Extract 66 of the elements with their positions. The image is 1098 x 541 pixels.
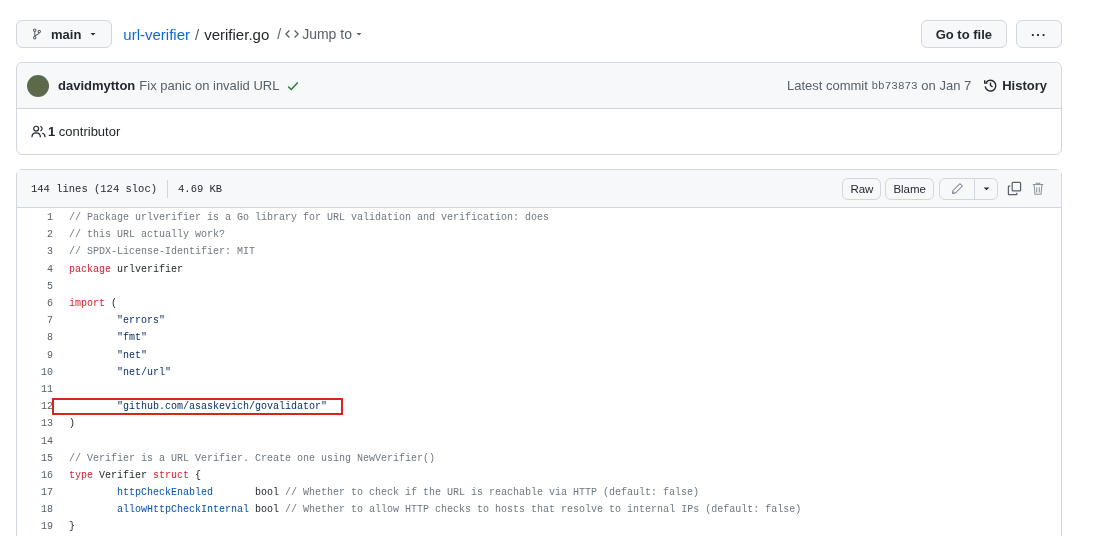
jump-to-menu[interactable]: Jump to	[285, 26, 363, 42]
file-action-button[interactable]: Raw	[842, 177, 882, 200]
line-number: 9	[46, 349, 54, 361]
latest-commit-label: Latest commit	[786, 78, 868, 93]
people-icon	[31, 124, 46, 139]
line-number: 13	[40, 418, 54, 430]
code-line: import (	[68, 297, 119, 312]
path-separator: /	[195, 25, 200, 43]
trash-icon	[1031, 181, 1045, 196]
line-number: 19	[40, 521, 54, 533]
history-link[interactable]: History	[983, 78, 1047, 93]
code-line: // Verifier is a URL Verifier. Create one using NewVerifier()	[68, 451, 437, 466]
more-button[interactable]: ···	[1016, 20, 1062, 48]
code-line: type Verifier struct {	[68, 468, 203, 483]
commit-author[interactable]: davidmytton	[58, 78, 136, 93]
line-number: 14	[40, 435, 54, 447]
line-number: 7	[46, 315, 54, 327]
caret-icon	[981, 184, 991, 193]
contributors-link[interactable]: 1 contributor	[31, 124, 121, 139]
file-name: verifier.go	[204, 25, 270, 43]
line-number: 8	[46, 332, 54, 344]
code-line: "errors"	[116, 314, 167, 329]
line-number: 12	[40, 401, 54, 413]
line-count: 144 lines (124 sloc)	[31, 182, 158, 195]
code-icon	[285, 27, 300, 41]
copy-icon	[1007, 181, 1022, 196]
code-line: // SPDX-License-Identifier: MIT	[68, 245, 257, 260]
line-number: 11	[40, 383, 54, 395]
pencil-icon	[950, 182, 964, 195]
line-number: 10	[40, 366, 54, 378]
code-line: package urlverifier	[68, 262, 185, 277]
file-action-button[interactable]: Blame	[885, 177, 934, 200]
caret-icon	[354, 30, 363, 38]
code-line: httpCheckEnabled bool // Whether to check if the URL is reachable via HTTP (default: false)	[116, 486, 701, 501]
branch-icon	[31, 27, 43, 41]
line-number: 6	[46, 298, 54, 310]
copy-button[interactable]	[1007, 181, 1022, 196]
code-line: "net"	[116, 348, 149, 363]
line-number: 2	[46, 229, 54, 241]
commit-date: on Jan 7	[921, 78, 972, 93]
line-number: 15	[40, 452, 54, 464]
file-size: 4.69 KB	[178, 182, 223, 195]
repo-link[interactable]: url-verifier	[123, 25, 191, 43]
avatar[interactable]	[27, 74, 49, 97]
commit-message[interactable]: Fix panic on invalid URL	[139, 78, 280, 93]
path-separator: /	[277, 26, 282, 42]
code-line: // this URL actually work?	[68, 228, 227, 243]
code-line: allowHttpCheckInternal bool // Whether to allow HTTP checks to hosts that resolve to internal IPs (default: false)	[116, 503, 803, 518]
history-icon	[983, 78, 999, 93]
line-number: 3	[46, 246, 54, 258]
code-line: "net/url"	[116, 365, 173, 380]
code-line: "fmt"	[116, 331, 149, 346]
line-number: 1	[46, 212, 54, 224]
line-number: 17	[40, 487, 54, 499]
delete-button[interactable]	[1031, 181, 1045, 196]
code-line: )	[68, 417, 76, 432]
branch-selector[interactable]: main	[16, 20, 113, 48]
line-number: 4	[46, 263, 54, 275]
line-number: 16	[40, 469, 54, 481]
line-number: 18	[40, 504, 54, 516]
code-line: }	[68, 520, 76, 535]
caret-icon	[89, 30, 98, 38]
line-number: 5	[46, 280, 54, 292]
go-to-file-button[interactable]: Go to file	[920, 20, 1007, 48]
code-line: // Package urlverifier is a Go library for URL validation and verification: does	[68, 211, 551, 226]
commit-sha[interactable]: bb73873	[871, 79, 918, 92]
